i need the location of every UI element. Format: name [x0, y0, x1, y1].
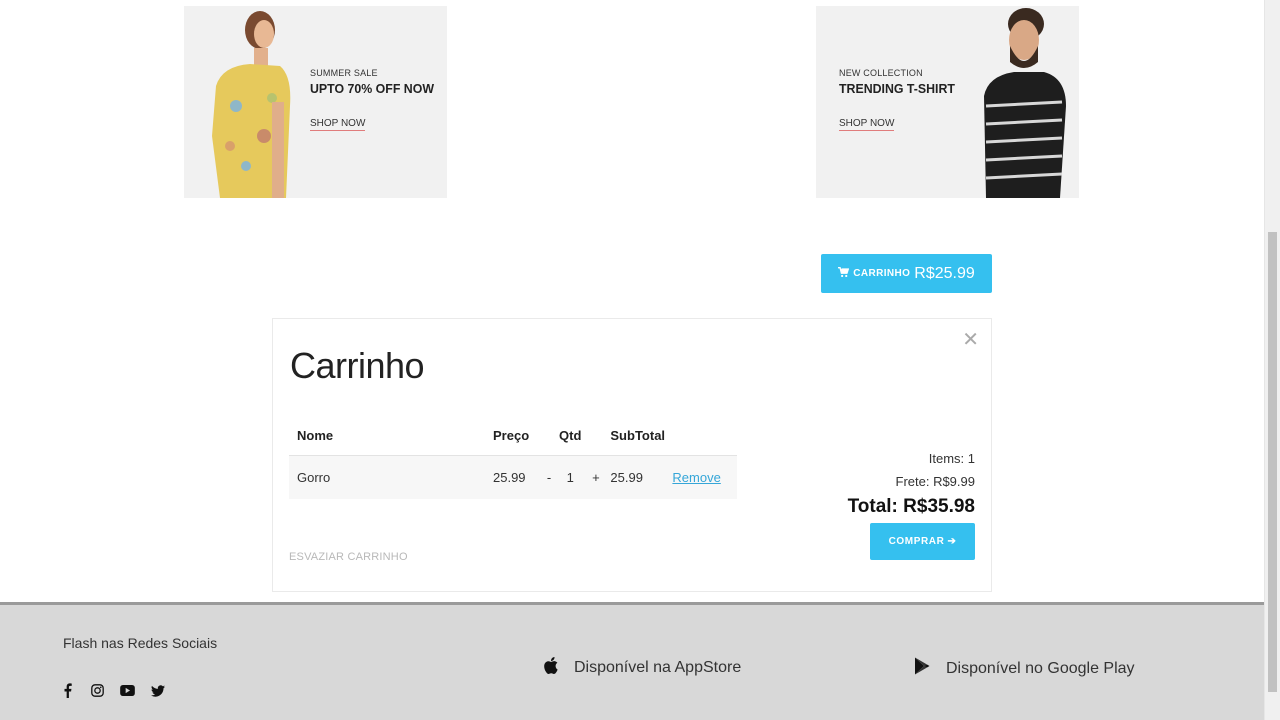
cart-button[interactable]: CARRINHO R$25.99 [821, 254, 992, 293]
column-header-spacer [539, 417, 559, 455]
googleplay-label: Disponível no Google Play [946, 659, 1135, 677]
table-row: Gorro 25.99 - 1 + 25.99 Remove [289, 454, 737, 499]
cart-button-total: R$25.99 [914, 264, 975, 282]
item-qty: 1 [559, 454, 582, 499]
shipping-cost: Frete: R$9.99 [895, 474, 976, 489]
twitter-icon[interactable] [150, 683, 165, 698]
shop-now-link[interactable]: SHOP NOW [310, 118, 366, 131]
cart-total: Total: R$35.98 [847, 496, 975, 517]
youtube-icon[interactable] [120, 683, 135, 698]
banner-subtitle: SUMMER SALE [310, 68, 378, 78]
shopping-cart-icon [838, 265, 850, 283]
column-header-name: Nome [297, 428, 334, 444]
appstore-link[interactable]: Disponível na AppStore [544, 657, 741, 679]
google-play-icon [914, 657, 930, 680]
cart-table: Nome Preço Qtd SubTotal Gorro 25.99 - 1 … [289, 417, 737, 499]
item-subtotal: 25.99 [610, 454, 673, 499]
man-model-image [984, 8, 1066, 198]
footer: Flash nas Redes Sociais Disponível na Ap… [0, 602, 1264, 720]
cart-button-label: CARRINHO [853, 268, 911, 279]
instagram-icon[interactable] [90, 683, 105, 698]
cart-summary: Items: 1 Frete: R$9.99 Total: R$35.98 [848, 447, 975, 518]
arrow-right-icon: ➔ [947, 536, 957, 547]
scrollbar-thumb[interactable] [1268, 232, 1277, 692]
column-header-subtotal: SubTotal [610, 428, 666, 444]
table-header-row: Nome Preço Qtd SubTotal [289, 417, 737, 455]
trending-tshirt-banner[interactable]: NEW COLLECTION TRENDING T-SHIRT SHOP NOW [816, 6, 1079, 198]
social-icons [60, 683, 165, 698]
column-header-price: Preço [493, 428, 530, 444]
appstore-label: Disponível na AppStore [574, 659, 742, 676]
remove-item-link[interactable]: Remove [672, 470, 720, 485]
shop-now-link[interactable]: SHOP NOW [839, 118, 895, 131]
column-header-qty: Qtd [559, 428, 582, 444]
decrease-qty-button[interactable]: - [539, 454, 559, 499]
googleplay-link[interactable]: Disponível no Google Play [914, 657, 1135, 680]
column-header-spacer [581, 417, 610, 455]
woman-model-image [212, 11, 291, 198]
items-count: Items: 1 [928, 451, 975, 466]
close-icon[interactable]: ✕ [962, 327, 979, 352]
page-scrollbar[interactable] [1264, 0, 1280, 720]
buy-button-label: COMPRAR [888, 536, 945, 547]
facebook-icon[interactable] [60, 683, 75, 698]
column-header-spacer [672, 417, 737, 455]
apple-icon [544, 657, 558, 679]
social-title: Flash nas Redes Sociais [63, 635, 218, 651]
cart-title: Carrinho [290, 345, 425, 386]
summer-sale-banner[interactable]: SUMMER SALE UPTO 70% OFF NOW SHOP NOW [184, 6, 447, 198]
banner-subtitle: NEW COLLECTION [839, 68, 923, 78]
empty-cart-button[interactable]: ESVAZIAR CARRINHO [289, 551, 408, 563]
increase-qty-button[interactable]: + [581, 454, 611, 499]
item-price: 25.99 [493, 454, 539, 499]
cart-panel: ✕ Carrinho Nome Preço Qtd SubTotal Gorro… [272, 318, 992, 592]
banner-headline: TRENDING T-SHIRT [839, 81, 955, 96]
item-name: Gorro [289, 454, 493, 499]
buy-button[interactable]: COMPRAR ➔ [870, 523, 975, 560]
banner-headline: UPTO 70% OFF NOW [310, 81, 434, 96]
